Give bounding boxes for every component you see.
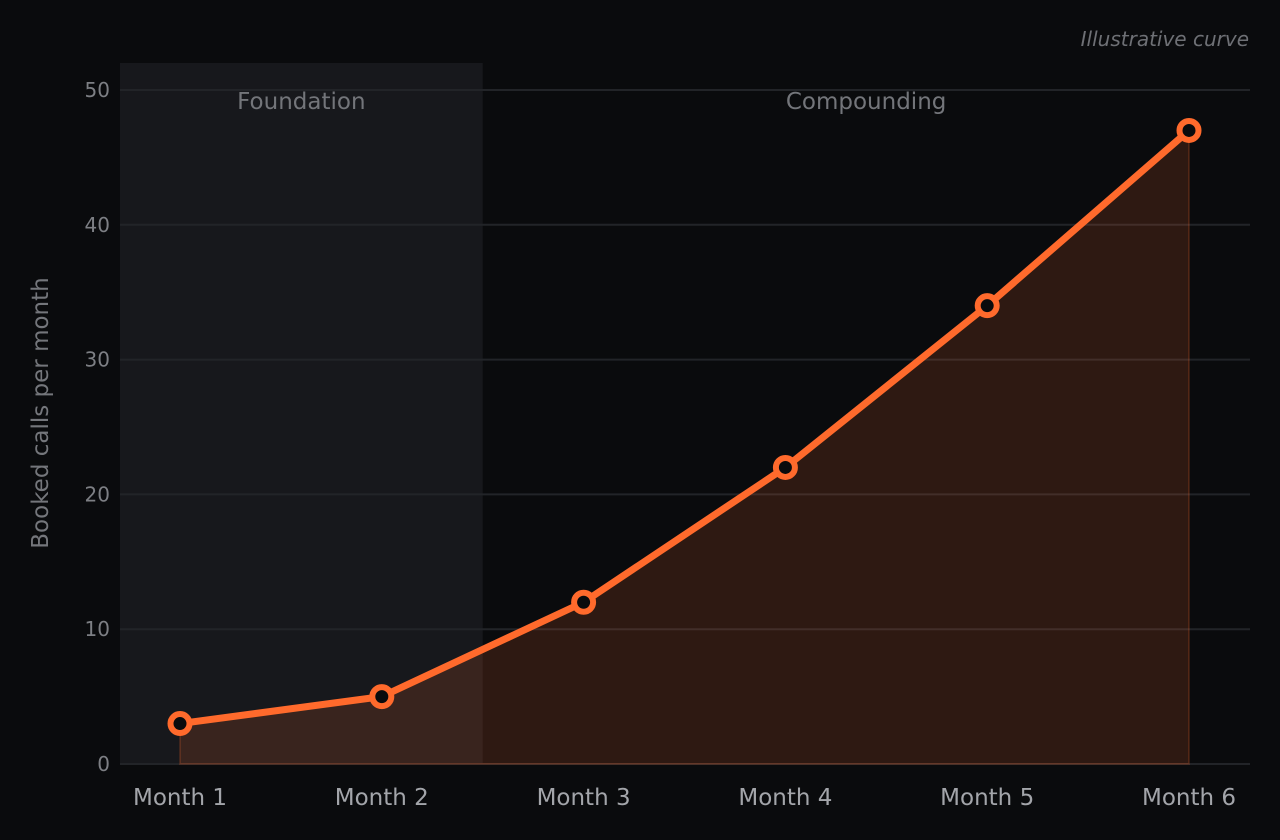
y-tick-label: 20 xyxy=(85,482,110,506)
y-tick-label: 30 xyxy=(85,348,110,372)
x-tick-label: Month 1 xyxy=(133,785,227,811)
x-tick-label: Month 4 xyxy=(738,785,832,811)
y-tick-label: 10 xyxy=(85,617,110,641)
y-tick-label: 0 xyxy=(97,752,110,776)
phase-bands xyxy=(120,63,483,764)
x-tick-label: Month 5 xyxy=(940,785,1034,811)
y-axis-title: Booked calls per month xyxy=(28,277,54,548)
data-point-1 xyxy=(167,711,193,737)
data-point-2 xyxy=(369,684,395,710)
y-tick-label: 50 xyxy=(85,78,110,102)
illustrative-note: Illustrative curve xyxy=(1081,27,1249,51)
phase-label: Foundation xyxy=(237,89,365,115)
x-tick-label: Month 2 xyxy=(335,785,429,811)
x-tick-label: Month 6 xyxy=(1142,785,1236,811)
x-tick-label: Month 3 xyxy=(537,785,631,811)
data-point-4 xyxy=(772,454,798,480)
line-chart: 0 10 20 30 40 50 Month 1 Month 2 Month 3 Month 4… xyxy=(0,0,1280,840)
data-point-6 xyxy=(1176,117,1202,143)
phase-label: Compounding xyxy=(786,89,947,115)
chart-container: 0 10 20 30 40 50 Month 1 Month 2 Month 3 Month 4… xyxy=(0,0,1280,840)
phase-band-foundation xyxy=(120,63,483,764)
data-point-5 xyxy=(974,293,1000,319)
data-point-3 xyxy=(571,589,597,615)
y-tick-label: 40 xyxy=(85,213,110,237)
